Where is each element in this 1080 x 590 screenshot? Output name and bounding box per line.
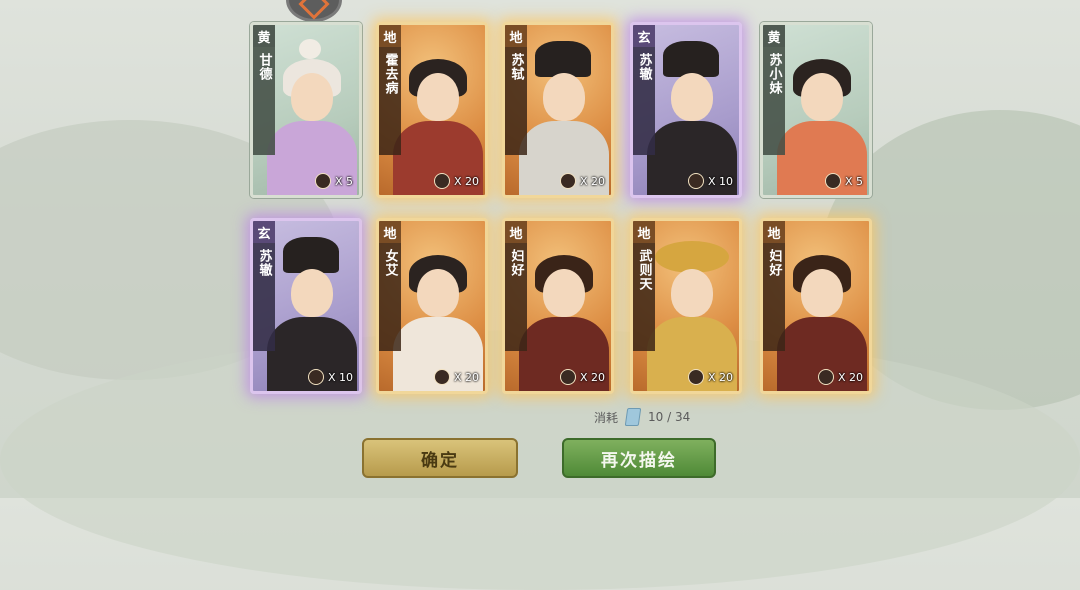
card-count: X 20 <box>559 173 605 189</box>
card-name: 霍去病 <box>379 47 401 155</box>
card-name: 妇好 <box>763 243 785 351</box>
avatar-icon <box>817 369 834 385</box>
avatar-icon <box>314 173 331 189</box>
rarity-badge: 地 <box>379 221 401 243</box>
draw-result-card[interactable]: 地 妇好 X 20 <box>760 218 872 394</box>
avatar-icon <box>559 369 576 385</box>
card-name: 武则天 <box>633 243 655 351</box>
draw-result-card[interactable]: 玄 苏辙 X 10 <box>630 22 742 198</box>
avatar-icon <box>687 173 704 189</box>
rarity-badge: 地 <box>379 25 401 47</box>
cost-value: 10 / 34 <box>648 410 691 424</box>
avatar-icon <box>433 173 450 189</box>
card-count: X 20 <box>687 369 733 385</box>
avatar-icon <box>824 173 841 189</box>
card-count: X 20 <box>433 369 479 385</box>
draw-result-card[interactable]: 黄 苏小妹 X 5 <box>760 22 872 198</box>
card-name: 妇好 <box>505 243 527 351</box>
draw-result-card[interactable]: 玄 苏辙 X 10 <box>250 218 362 394</box>
card-count: X 10 <box>687 173 733 189</box>
ticket-icon <box>624 408 642 426</box>
cost-label: 消耗 <box>594 410 619 425</box>
card-count: X 20 <box>817 369 863 385</box>
card-count: X 5 <box>824 173 863 189</box>
card-name: 苏小妹 <box>763 47 785 155</box>
draw-result-card[interactable]: 地 妇好 X 20 <box>502 218 614 394</box>
rarity-badge: 地 <box>633 221 655 243</box>
rarity-badge: 地 <box>505 25 527 47</box>
rarity-badge: 地 <box>505 221 527 243</box>
card-name: 苏辙 <box>253 243 275 351</box>
draw-again-button[interactable]: 再次描绘 <box>562 438 716 478</box>
draw-result-card[interactable]: 黄 甘德 X 5 <box>250 22 362 198</box>
confirm-button[interactable]: 确定 <box>362 438 518 478</box>
draw-result-card[interactable]: 地 苏轼 X 20 <box>502 22 614 198</box>
card-count: X 10 <box>307 369 353 385</box>
avatar-icon <box>559 173 576 189</box>
rarity-badge: 玄 <box>633 25 655 47</box>
rarity-badge: 地 <box>763 221 785 243</box>
avatar-icon <box>433 369 450 385</box>
rarity-badge: 黄 <box>253 25 275 47</box>
card-name: 苏轼 <box>505 47 527 155</box>
avatar-icon <box>687 369 704 385</box>
card-count: X 20 <box>433 173 479 189</box>
avatar-icon <box>307 369 324 385</box>
draw-result-card[interactable]: 地 霍去病 X 20 <box>376 22 488 198</box>
card-name: 苏辙 <box>633 47 655 155</box>
rarity-badge: 黄 <box>763 25 785 47</box>
draw-result-card[interactable]: 地 武则天 X 20 <box>630 218 742 394</box>
card-name: 女艾 <box>379 243 401 351</box>
draw-result-card[interactable]: 地 女艾 X 20 <box>376 218 488 394</box>
rarity-badge: 玄 <box>253 221 275 243</box>
card-count: X 5 <box>314 173 353 189</box>
card-count: X 20 <box>559 369 605 385</box>
card-name: 甘德 <box>253 47 275 155</box>
draw-cost: 消耗 10 / 34 <box>594 408 690 426</box>
